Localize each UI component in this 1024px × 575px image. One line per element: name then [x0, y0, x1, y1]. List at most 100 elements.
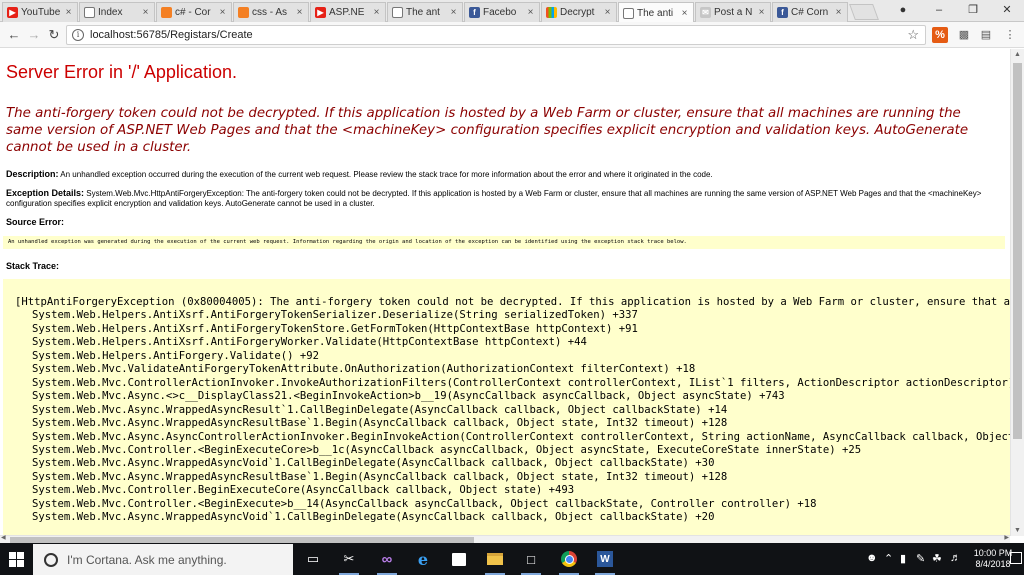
- windows-start-icon[interactable]: [9, 552, 24, 567]
- stackoverflow-icon: [161, 7, 172, 18]
- close-tab-icon[interactable]: ×: [603, 7, 612, 18]
- stack-trace-line: System.Web.Helpers.AntiForgery.Validate(…: [32, 349, 320, 362]
- browser-menu-icon[interactable]: ⋮: [1002, 27, 1018, 43]
- browser-tab[interactable]: The ant ×: [387, 2, 463, 22]
- description-label: Description:: [6, 169, 59, 179]
- people-icon[interactable]: ☻: [866, 552, 878, 564]
- stack-trace-line: System.Web.Mvc.Async.WrappedAsyncResult`…: [32, 403, 728, 416]
- volume-icon[interactable]: ♬: [950, 552, 961, 564]
- stack-trace-line: System.Web.Helpers.AntiXsrf.AntiForgeryT…: [32, 309, 638, 322]
- chrome-icon[interactable]: [558, 549, 580, 575]
- tab-title: Decrypt: [560, 7, 595, 18]
- word-icon[interactable]: W: [594, 549, 616, 575]
- facebook-icon: f: [469, 7, 480, 18]
- stack-trace-line: System.Web.Mvc.Controller.<BeginExecuteC…: [32, 443, 862, 456]
- tab-title: The anti: [637, 7, 674, 19]
- maximize-icon[interactable]: ❐: [958, 0, 988, 20]
- document-icon: [623, 7, 634, 19]
- browser-tab[interactable]: ✉ Post a N ×: [695, 2, 771, 22]
- description-text: An unhandled exception occurred during t…: [60, 170, 713, 179]
- stack-trace-line: System.Web.Mvc.Controller.<BeginExecute>…: [32, 497, 817, 510]
- store-icon[interactable]: [448, 549, 470, 569]
- facebook-icon: f: [777, 7, 788, 18]
- browser-tab[interactable]: ▶ ASP.NE ×: [310, 2, 386, 22]
- wifi-icon[interactable]: ☘: [932, 552, 942, 565]
- browser-tab[interactable]: Decrypt ×: [541, 2, 617, 22]
- browser-tab[interactable]: c# - Cor ×: [156, 2, 232, 22]
- new-tab-button[interactable]: [849, 4, 879, 20]
- visual-studio-icon[interactable]: ∞: [376, 549, 398, 575]
- close-tab-icon[interactable]: ×: [757, 7, 766, 18]
- browser-tab[interactable]: The anti ×: [618, 2, 694, 23]
- reload-icon[interactable]: ↻: [46, 27, 62, 43]
- stack-trace-line: System.Web.Mvc.Async.AsyncControllerActi…: [32, 430, 1010, 443]
- tab-title: YouTube: [21, 7, 61, 18]
- edge-browser-icon[interactable]: e: [412, 549, 434, 569]
- close-tab-icon[interactable]: ×: [834, 7, 843, 18]
- close-tab-icon[interactable]: ×: [526, 7, 535, 18]
- tab-title: C# Corn: [791, 7, 829, 18]
- scroll-down-icon[interactable]: ▼: [1014, 527, 1021, 534]
- url-text[interactable]: localhost:56785/Registars/Create: [90, 29, 907, 41]
- snipping-tool-icon[interactable]: ✂: [338, 549, 360, 575]
- extension-car-icon[interactable]: ▩: [956, 27, 972, 43]
- browser-tab[interactable]: Index ×: [79, 2, 155, 22]
- document-icon: [392, 7, 403, 18]
- forward-arrow-icon[interactable]: →: [26, 27, 42, 43]
- scroll-right-icon[interactable]: ▶: [1004, 534, 1009, 541]
- vertical-scrollbar[interactable]: ▲ ▼: [1010, 49, 1024, 536]
- pen-icon[interactable]: ✎: [916, 552, 925, 565]
- windows-taskbar: I'm Cortana. Ask me anything. ▭ ✂ ∞ e □ …: [0, 543, 1024, 575]
- close-tab-icon[interactable]: ×: [680, 8, 689, 19]
- action-center-icon[interactable]: [1010, 552, 1022, 564]
- file-explorer-icon[interactable]: [484, 549, 506, 575]
- browser-tab[interactable]: f C# Corn ×: [772, 2, 848, 22]
- close-tab-icon[interactable]: ×: [295, 7, 304, 18]
- stack-trace-line: System.Web.Mvc.ControllerActionInvoker.I…: [32, 376, 1010, 389]
- info-icon[interactable]: i: [72, 29, 84, 41]
- stack-trace-line: System.Web.Mvc.Async.WrappedAsyncResultB…: [32, 417, 728, 430]
- browser-tab[interactable]: f Facebo ×: [464, 2, 540, 22]
- stack-trace-line: System.Web.Mvc.Controller.BeginExecuteCo…: [32, 484, 575, 497]
- close-window-icon[interactable]: ✕: [992, 0, 1022, 20]
- source-error-box: An unhandled exception was generated dur…: [3, 236, 1005, 249]
- youtube-icon: ▶: [7, 7, 18, 18]
- show-hidden-icons-icon[interactable]: ⌃: [884, 552, 893, 565]
- tab-title: Index: [98, 7, 123, 18]
- youtube-icon: ▶: [315, 7, 326, 18]
- sticky-notes-icon[interactable]: □: [520, 549, 542, 575]
- minimize-icon[interactable]: –: [924, 0, 954, 20]
- stack-trace-line: System.Web.Helpers.AntiXsrf.AntiForgeryT…: [32, 322, 638, 335]
- window-account-icon[interactable]: ●: [888, 0, 918, 20]
- extension-orange-icon[interactable]: %: [932, 27, 948, 43]
- stackoverflow-icon: [238, 7, 249, 18]
- scroll-left-icon[interactable]: ◀: [1, 534, 6, 541]
- stack-trace-box: [HttpAntiForgeryException (0x80004005): …: [3, 279, 1010, 535]
- address-bar[interactable]: i localhost:56785/Registars/Create ☆: [66, 25, 926, 45]
- close-tab-icon[interactable]: ×: [372, 7, 381, 18]
- browser-tab[interactable]: css - As ×: [233, 2, 309, 22]
- bookmark-star-icon[interactable]: ☆: [907, 27, 919, 43]
- cortana-placeholder: I'm Cortana. Ask me anything.: [67, 552, 227, 567]
- tab-title: Facebo: [483, 7, 517, 18]
- page-content: Server Error in '/' Application. The ant…: [0, 49, 1010, 535]
- vertical-scroll-thumb[interactable]: [1013, 63, 1022, 439]
- horizontal-scrollbar[interactable]: ◀ ▶: [0, 535, 1010, 543]
- scroll-up-icon[interactable]: ▲: [1014, 51, 1021, 58]
- close-tab-icon[interactable]: ×: [64, 7, 73, 18]
- browser-tab[interactable]: ▶ YouTube ×: [2, 2, 78, 22]
- close-tab-icon[interactable]: ×: [141, 7, 150, 18]
- tab-title: css - As: [252, 7, 288, 18]
- close-tab-icon[interactable]: ×: [218, 7, 227, 18]
- description-paragraph: Description: An unhandled exception occu…: [6, 169, 996, 180]
- extension-cast-icon[interactable]: ▤: [978, 27, 994, 43]
- post-icon: ✉: [700, 7, 711, 18]
- cortana-search-box[interactable]: I'm Cortana. Ask me anything.: [33, 544, 293, 575]
- battery-icon[interactable]: ▮: [900, 552, 906, 565]
- stack-trace-header: [HttpAntiForgeryException (0x80004005): …: [15, 296, 1010, 308]
- task-view-icon[interactable]: ▭: [302, 549, 324, 569]
- back-arrow-icon[interactable]: ←: [6, 27, 22, 43]
- tab-strip: ▶ YouTube × Index × c# - Cor × css - As × ▶ ASP.NE…: [0, 0, 1024, 23]
- close-tab-icon[interactable]: ×: [449, 7, 458, 18]
- document-icon: [84, 7, 95, 18]
